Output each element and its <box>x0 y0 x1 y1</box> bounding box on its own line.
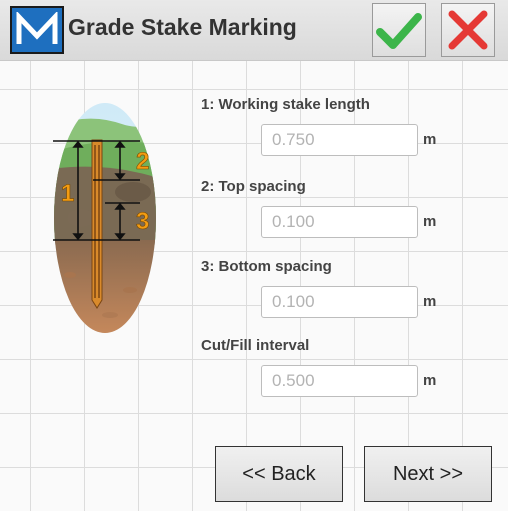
cancel-button[interactable] <box>441 3 495 57</box>
logo-m-icon <box>16 12 58 44</box>
app-logo <box>10 6 64 54</box>
back-button[interactable]: << Back <box>215 446 343 502</box>
check-icon <box>376 13 422 49</box>
working-stake-length-label: 1: Working stake length <box>201 96 370 113</box>
working-stake-length-input[interactable] <box>261 124 418 156</box>
top-spacing-unit: m <box>423 213 437 230</box>
x-icon <box>448 10 488 50</box>
diagram-label-2: 2 <box>136 148 149 175</box>
cut-fill-interval-unit: m <box>423 372 437 389</box>
next-button[interactable]: Next >> <box>364 446 492 502</box>
working-stake-length-unit: m <box>423 131 437 148</box>
diagram-label-3: 3 <box>136 208 149 235</box>
stake-diagram: 1 2 3 <box>53 103 156 333</box>
bottom-spacing-label: 3: Bottom spacing <box>201 258 332 275</box>
top-spacing-input[interactable] <box>261 206 418 238</box>
ok-button[interactable] <box>372 3 426 57</box>
bottom-spacing-input[interactable] <box>261 286 418 318</box>
header-bar: Grade Stake Marking <box>0 0 508 61</box>
diagram-label-1: 1 <box>61 180 74 207</box>
page-title: Grade Stake Marking <box>68 14 297 40</box>
cut-fill-interval-label: Cut/Fill interval <box>201 337 310 354</box>
cut-fill-interval-input[interactable] <box>261 365 418 397</box>
bottom-spacing-unit: m <box>423 293 437 310</box>
top-spacing-label: 2: Top spacing <box>201 178 306 195</box>
